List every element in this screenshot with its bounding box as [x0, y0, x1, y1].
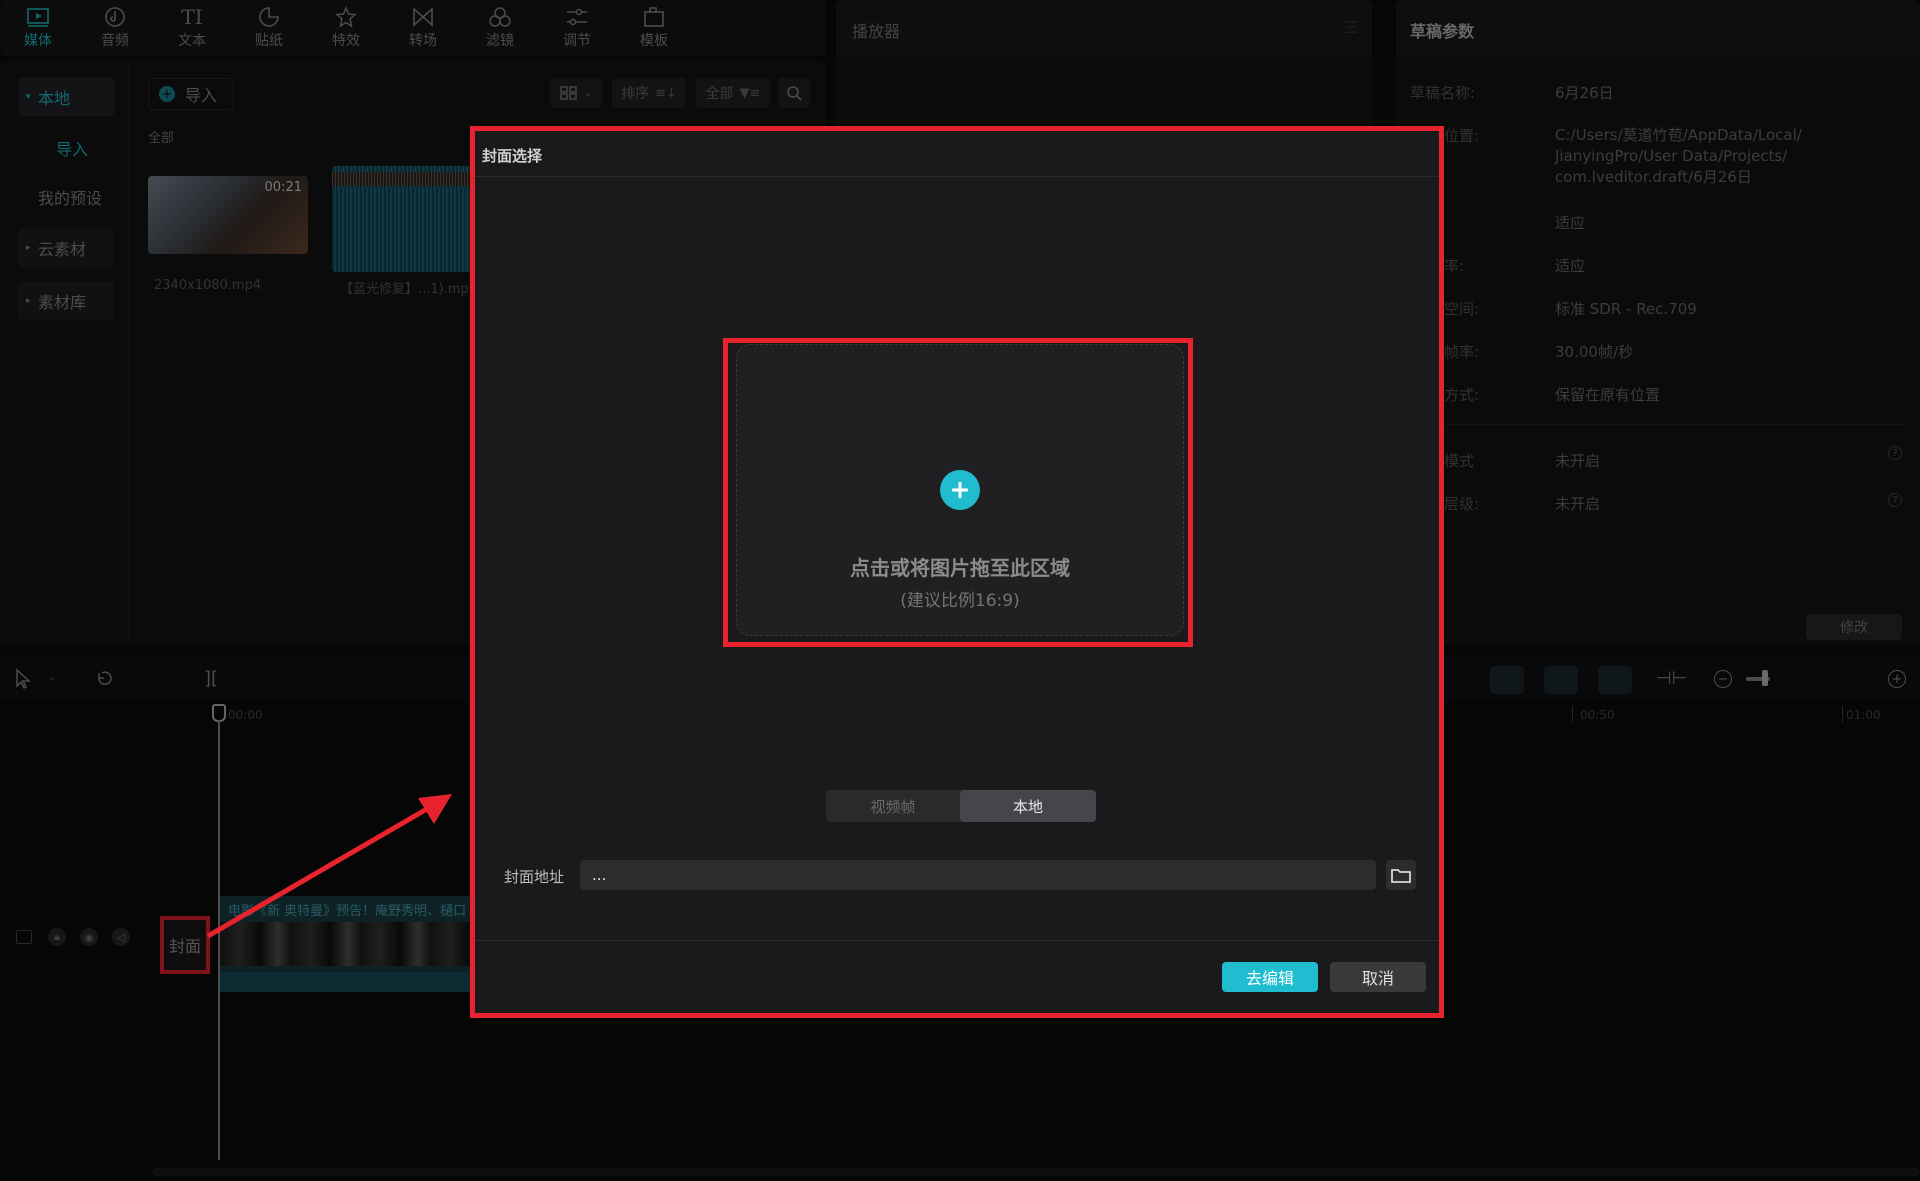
- go-edit-button[interactable]: 去编辑: [1222, 962, 1318, 992]
- tab-video-frame[interactable]: 视频帧: [826, 790, 960, 822]
- tab-label: 视频帧: [870, 797, 916, 816]
- drop-text: 点击或将图片拖至此区域: [850, 556, 1070, 580]
- dialog-header-divider: [475, 176, 1439, 177]
- drop-hint: (建议比例16:9): [900, 591, 1020, 611]
- tab-local[interactable]: 本地: [960, 790, 1096, 822]
- annotation-arrow: [200, 784, 460, 944]
- folder-icon: [1391, 867, 1411, 883]
- cancel-label: 取消: [1361, 969, 1394, 988]
- browse-folder-button[interactable]: [1386, 860, 1416, 890]
- path-label: 封面地址: [504, 868, 565, 886]
- cancel-button[interactable]: 取消: [1330, 962, 1426, 992]
- cover-path-input[interactable]: ...: [580, 860, 1376, 890]
- go-edit-label: 去编辑: [1245, 969, 1294, 988]
- dialog-title: 封面选择: [482, 147, 543, 165]
- dialog-footer-divider: [475, 940, 1439, 941]
- path-value: ...: [592, 866, 607, 884]
- tab-label: 本地: [1012, 797, 1043, 816]
- add-image-icon[interactable]: [940, 470, 980, 510]
